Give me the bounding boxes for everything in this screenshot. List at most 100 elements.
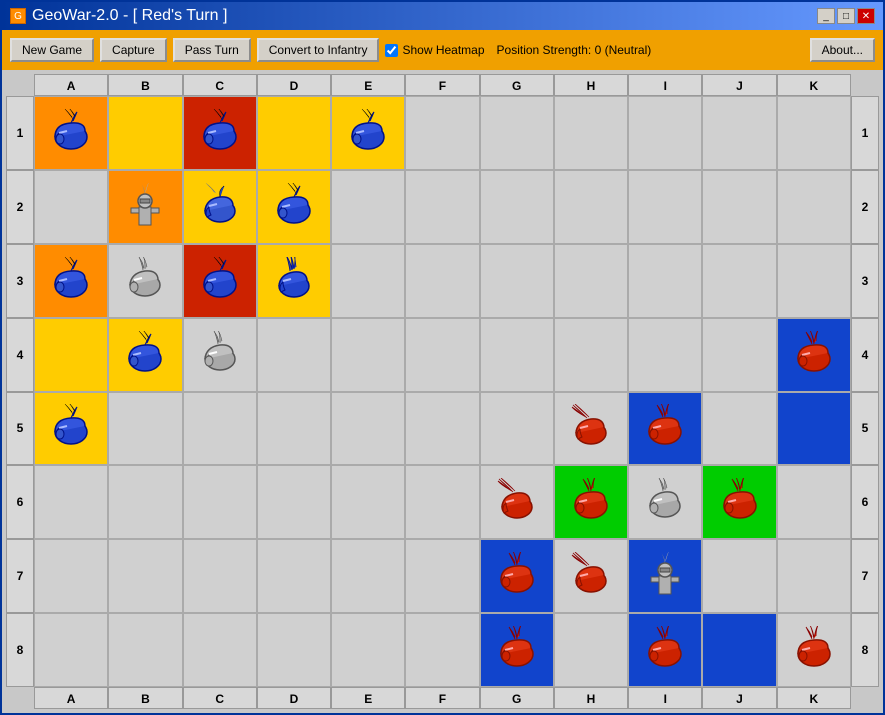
convert-infantry-button[interactable]: Convert to Infantry bbox=[257, 38, 380, 62]
row-label-left-3: 3 bbox=[6, 244, 34, 318]
cell-D7[interactable] bbox=[257, 539, 331, 613]
cell-I3[interactable] bbox=[628, 244, 702, 318]
cell-E4[interactable] bbox=[331, 318, 405, 392]
cell-I2[interactable] bbox=[628, 170, 702, 244]
cell-C5[interactable] bbox=[183, 392, 257, 466]
cell-K3[interactable] bbox=[777, 244, 851, 318]
cell-D6[interactable] bbox=[257, 465, 331, 539]
cell-E3[interactable] bbox=[331, 244, 405, 318]
cell-A5[interactable] bbox=[34, 392, 108, 466]
cell-K5[interactable] bbox=[777, 392, 851, 466]
cell-J1[interactable] bbox=[702, 96, 776, 170]
cell-D8[interactable] bbox=[257, 613, 331, 687]
cell-E1[interactable] bbox=[331, 96, 405, 170]
cell-F2[interactable] bbox=[405, 170, 479, 244]
cell-E2[interactable] bbox=[331, 170, 405, 244]
cell-B5[interactable] bbox=[108, 392, 182, 466]
cell-G6[interactable] bbox=[480, 465, 554, 539]
cell-H8[interactable] bbox=[554, 613, 628, 687]
cell-H7[interactable] bbox=[554, 539, 628, 613]
cell-C2[interactable] bbox=[183, 170, 257, 244]
cell-F5[interactable] bbox=[405, 392, 479, 466]
about-button[interactable]: About... bbox=[810, 38, 875, 62]
cell-H6[interactable] bbox=[554, 465, 628, 539]
cell-I8[interactable] bbox=[628, 613, 702, 687]
cell-E6[interactable] bbox=[331, 465, 405, 539]
cell-G4[interactable] bbox=[480, 318, 554, 392]
cell-A6[interactable] bbox=[34, 465, 108, 539]
cell-F8[interactable] bbox=[405, 613, 479, 687]
cell-I1[interactable] bbox=[628, 96, 702, 170]
cell-C6[interactable] bbox=[183, 465, 257, 539]
cell-D3[interactable] bbox=[257, 244, 331, 318]
cell-A3[interactable] bbox=[34, 244, 108, 318]
cell-B3[interactable] bbox=[108, 244, 182, 318]
cell-G3[interactable] bbox=[480, 244, 554, 318]
cell-E7[interactable] bbox=[331, 539, 405, 613]
cell-J7[interactable] bbox=[702, 539, 776, 613]
capture-button[interactable]: Capture bbox=[100, 38, 167, 62]
cell-G1[interactable] bbox=[480, 96, 554, 170]
cell-B6[interactable] bbox=[108, 465, 182, 539]
cell-K4[interactable] bbox=[777, 318, 851, 392]
cell-I4[interactable] bbox=[628, 318, 702, 392]
cell-F1[interactable] bbox=[405, 96, 479, 170]
cell-C7[interactable] bbox=[183, 539, 257, 613]
cell-K1[interactable] bbox=[777, 96, 851, 170]
cell-K2[interactable] bbox=[777, 170, 851, 244]
cell-A2[interactable] bbox=[34, 170, 108, 244]
cell-H2[interactable] bbox=[554, 170, 628, 244]
cell-D5[interactable] bbox=[257, 392, 331, 466]
cell-B8[interactable] bbox=[108, 613, 182, 687]
minimize-button[interactable]: _ bbox=[817, 8, 835, 24]
cell-D1[interactable] bbox=[257, 96, 331, 170]
cell-I5[interactable] bbox=[628, 392, 702, 466]
heatmap-checkbox[interactable] bbox=[385, 44, 398, 57]
cell-J5[interactable] bbox=[702, 392, 776, 466]
cell-G2[interactable] bbox=[480, 170, 554, 244]
cell-H5[interactable] bbox=[554, 392, 628, 466]
cell-C8[interactable] bbox=[183, 613, 257, 687]
cell-K6[interactable] bbox=[777, 465, 851, 539]
cell-B1[interactable] bbox=[108, 96, 182, 170]
cell-F4[interactable] bbox=[405, 318, 479, 392]
cell-B2[interactable] bbox=[108, 170, 182, 244]
cell-F6[interactable] bbox=[405, 465, 479, 539]
cell-I6[interactable] bbox=[628, 465, 702, 539]
cell-C3[interactable] bbox=[183, 244, 257, 318]
cell-D4[interactable] bbox=[257, 318, 331, 392]
cell-A7[interactable] bbox=[34, 539, 108, 613]
cell-B4[interactable] bbox=[108, 318, 182, 392]
cell-J3[interactable] bbox=[702, 244, 776, 318]
cell-F3[interactable] bbox=[405, 244, 479, 318]
cell-H4[interactable] bbox=[554, 318, 628, 392]
cell-G7[interactable] bbox=[480, 539, 554, 613]
cell-C4[interactable] bbox=[183, 318, 257, 392]
cell-K8[interactable] bbox=[777, 613, 851, 687]
cell-A1[interactable] bbox=[34, 96, 108, 170]
cell-A8[interactable] bbox=[34, 613, 108, 687]
cell-F7[interactable] bbox=[405, 539, 479, 613]
cell-D2[interactable] bbox=[257, 170, 331, 244]
maximize-button[interactable]: □ bbox=[837, 8, 855, 24]
close-button[interactable]: ✕ bbox=[857, 8, 875, 24]
cell-J6[interactable] bbox=[702, 465, 776, 539]
cell-J2[interactable] bbox=[702, 170, 776, 244]
grid-row-3: 3 bbox=[6, 244, 879, 318]
cell-E5[interactable] bbox=[331, 392, 405, 466]
new-game-button[interactable]: New Game bbox=[10, 38, 94, 62]
cell-A4[interactable] bbox=[34, 318, 108, 392]
bottom-col-headers: A B C D E F G H I J K bbox=[6, 687, 879, 709]
cell-G8[interactable] bbox=[480, 613, 554, 687]
cell-H3[interactable] bbox=[554, 244, 628, 318]
cell-I7[interactable] bbox=[628, 539, 702, 613]
cell-B7[interactable] bbox=[108, 539, 182, 613]
cell-K7[interactable] bbox=[777, 539, 851, 613]
pass-turn-button[interactable]: Pass Turn bbox=[173, 38, 251, 62]
cell-G5[interactable] bbox=[480, 392, 554, 466]
cell-H1[interactable] bbox=[554, 96, 628, 170]
cell-C1[interactable] bbox=[183, 96, 257, 170]
cell-E8[interactable] bbox=[331, 613, 405, 687]
cell-J4[interactable] bbox=[702, 318, 776, 392]
cell-J8[interactable] bbox=[702, 613, 776, 687]
